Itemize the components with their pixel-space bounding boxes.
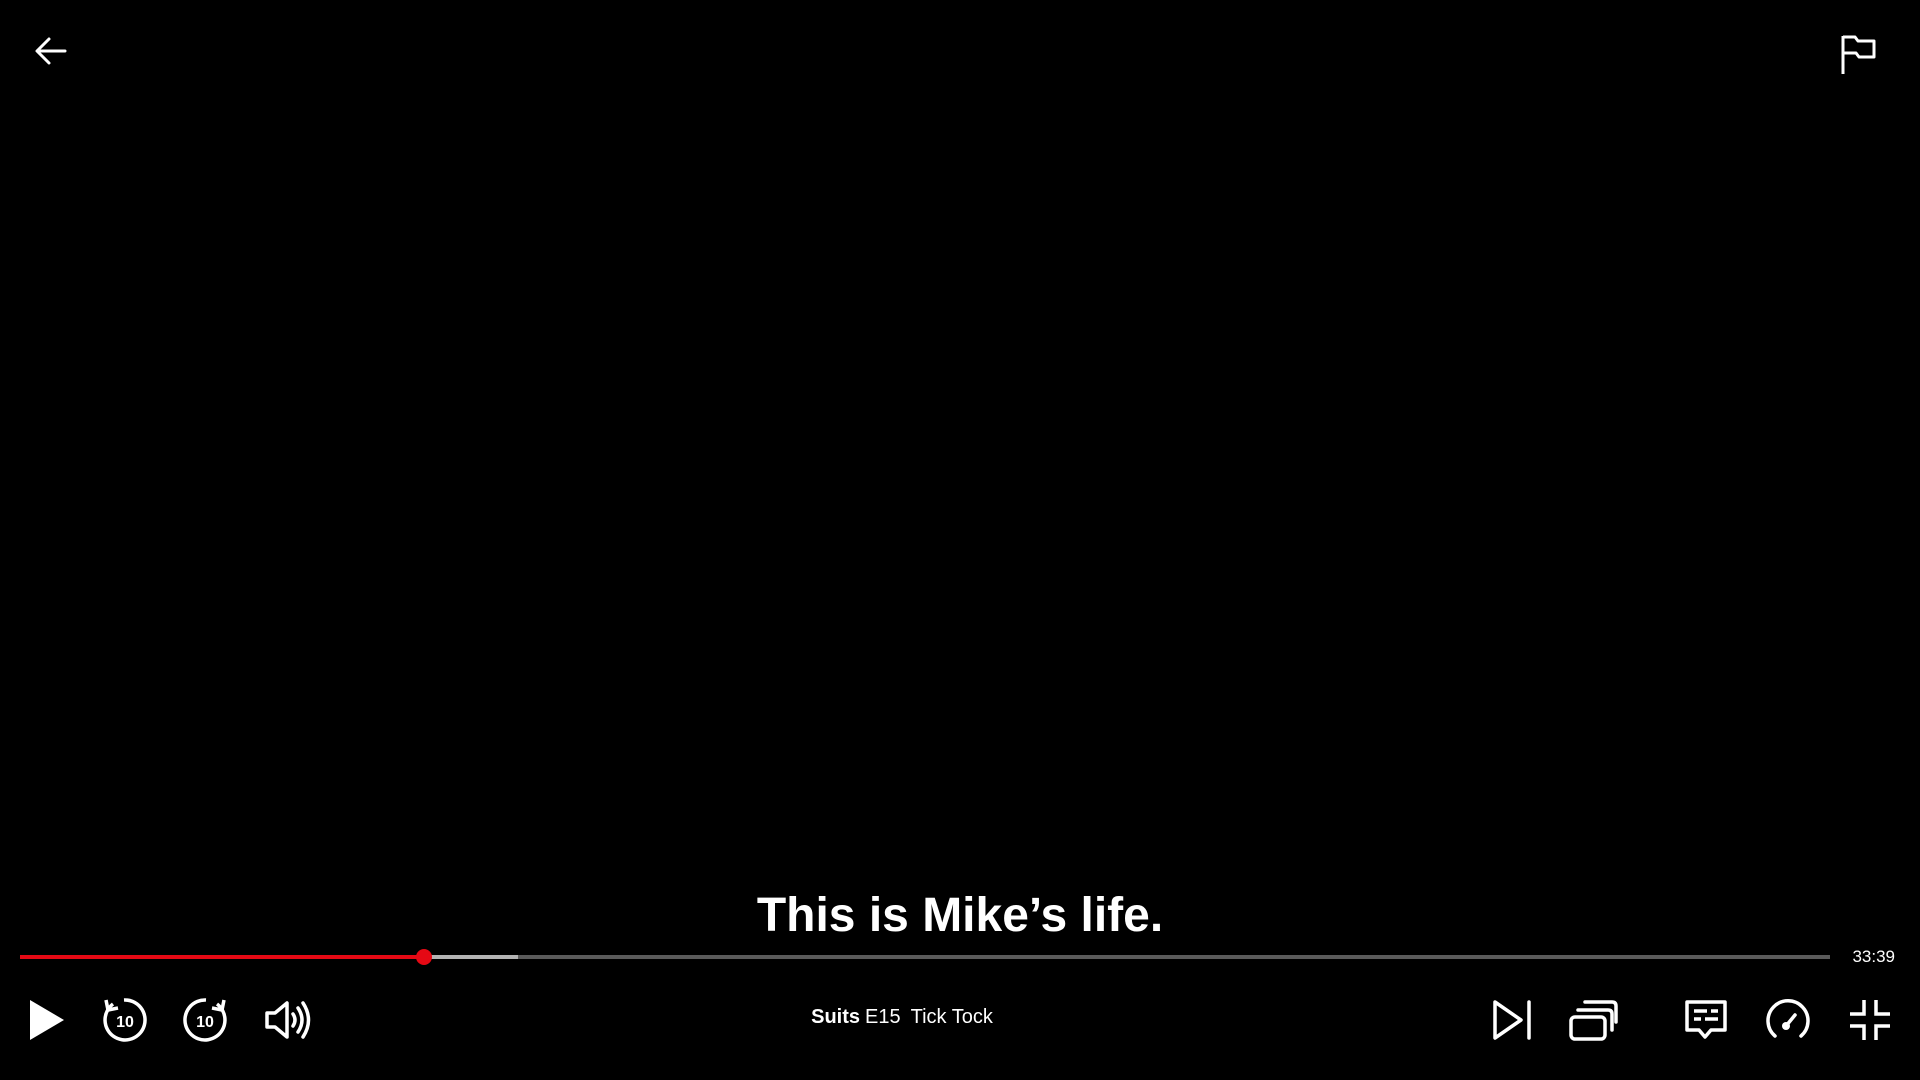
episodes-icon [1569, 1000, 1618, 1041]
report-problem-button[interactable] [1831, 26, 1887, 82]
next-episode-icon [1493, 1000, 1531, 1040]
playback-speed-button[interactable] [1758, 990, 1818, 1050]
show-name: Suits [811, 1006, 861, 1028]
subtitles-icon [1685, 1000, 1727, 1039]
exit-fullscreen-button[interactable] [1840, 990, 1900, 1050]
playback-speed-icon [1766, 999, 1810, 1038]
episodes-button[interactable] [1563, 990, 1623, 1050]
subtitles-audio-button[interactable] [1676, 990, 1736, 1050]
time-remaining: 33:39 [1852, 947, 1895, 966]
flag-icon [1841, 35, 1876, 74]
episode-number: E15 [865, 1006, 901, 1028]
played-bar [20, 955, 424, 959]
subtitle-text: This is Mike’s life. [756, 889, 1164, 942]
back-button[interactable] [26, 26, 76, 76]
scrubber-handle[interactable] [415, 949, 432, 965]
progress-bar[interactable] [20, 949, 1830, 965]
video-player[interactable]: This is Mike’s life. 33:39 10 10 Suits E… [0, 0, 1920, 1080]
exit-fullscreen-icon [1850, 1000, 1890, 1040]
episode-name: Tick Tock [910, 1006, 993, 1028]
arrow-left-icon [35, 37, 67, 65]
next-episode-button[interactable] [1482, 990, 1542, 1050]
